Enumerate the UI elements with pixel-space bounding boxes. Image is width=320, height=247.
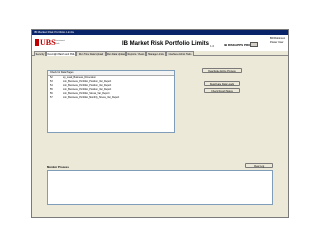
app-window: IB Market Risk Portfolio Limits UBS Inve… <box>31 29 289 218</box>
user-role: Power User <box>270 41 284 44</box>
deactivate-process-button[interactable]: Deactivate Entire Process <box>202 68 242 73</box>
process-list[interactable]: Check for Data Pages 52 sp_Load_Business… <box>47 70 175 133</box>
tab-runtime-upload[interactable]: Run Time Data Upload <box>76 51 106 56</box>
version-label: 1.0 <box>210 44 215 48</box>
page-title: IB Market Risk Portfolio Limits <box>122 41 210 47</box>
monitor-label: Monitor Process <box>47 165 69 169</box>
environment-select[interactable] <box>250 42 258 47</box>
clear-log-button[interactable]: Clear Log <box>245 163 273 168</box>
user-info: Bill Robinson Power User <box>270 37 285 45</box>
app-header: UBS Investment Bank IB Market Risk Portf… <box>32 35 288 51</box>
tab-run-data-upload[interactable]: Run Data Upload <box>106 51 126 56</box>
ubs-logo: UBS Investment Bank <box>35 38 65 48</box>
tab-interface-admin[interactable]: Interface Admin Tools <box>166 51 194 56</box>
row-number: 57 <box>50 96 53 99</box>
row-process-name: Lim_Business_Portfolio_Monthly_Stress_Va… <box>63 96 120 99</box>
environment-label: IB RISKAPPS PROD <box>224 43 253 47</box>
keys-logo-icon <box>35 39 39 46</box>
tab-overnight-batch[interactable]: Overnight Batch and XML <box>46 51 76 56</box>
logo-subtitle: Investment Bank <box>55 40 65 45</box>
check-status-button[interactable]: Check Result Status <box>204 88 240 93</box>
tab-manage-limits[interactable]: Manage Limits <box>146 51 166 56</box>
tab-security[interactable]: Security <box>34 51 46 56</box>
tab-bar: Security Overnight Batch and XML Run Tim… <box>32 51 288 56</box>
deactivate-loads-button[interactable]: Deactivate Data Loads <box>204 81 240 86</box>
logo-text: UBS <box>40 38 56 47</box>
tab-reports-views[interactable]: Reports / Views <box>126 51 146 56</box>
message-log[interactable] <box>47 170 273 205</box>
list-item[interactable]: 57 Lim_Business_Portfolio_Monthly_Stress… <box>48 96 174 100</box>
